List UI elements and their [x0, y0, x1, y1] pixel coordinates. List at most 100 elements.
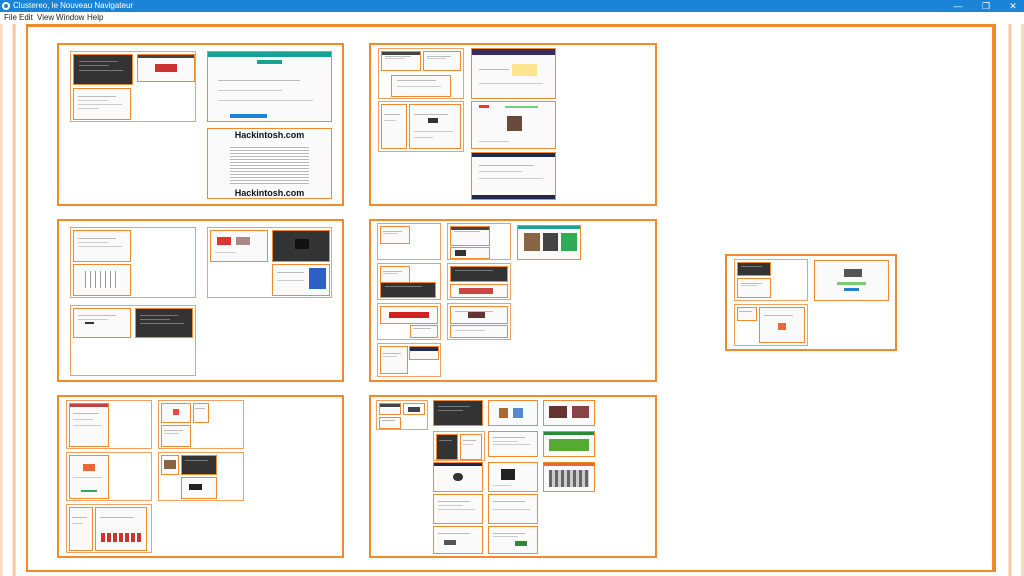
menu-window[interactable]: Window	[56, 12, 84, 24]
page-thumbnail[interactable]	[381, 51, 421, 71]
cluster[interactable]	[369, 219, 657, 382]
cluster[interactable]: Hackintosh.com Hackintosh.com	[57, 43, 344, 206]
page-thumbnail[interactable]	[272, 264, 330, 296]
page-thumbnail[interactable]	[460, 434, 482, 460]
page-thumbnail[interactable]	[433, 494, 483, 524]
page-thumbnail[interactable]	[737, 262, 771, 276]
page-thumbnail[interactable]	[543, 400, 595, 426]
subcluster[interactable]	[66, 452, 152, 501]
page-thumbnail[interactable]: Hackintosh.com Hackintosh.com	[207, 128, 332, 199]
page-thumbnail[interactable]	[436, 434, 458, 460]
page-thumbnail[interactable]	[380, 282, 436, 298]
cluster[interactable]	[725, 254, 897, 351]
page-thumbnail[interactable]	[433, 400, 483, 426]
page-thumbnail[interactable]	[433, 462, 483, 492]
page-thumbnail[interactable]	[181, 477, 217, 499]
page-thumbnail[interactable]	[471, 101, 556, 149]
page-thumbnail[interactable]	[381, 104, 407, 149]
page-thumbnail[interactable]	[543, 462, 595, 492]
page-thumbnail[interactable]	[73, 264, 131, 296]
page-thumbnail[interactable]	[450, 247, 490, 259]
subcluster[interactable]	[158, 452, 244, 501]
cluster-canvas[interactable]: Hackintosh.com Hackintosh.com	[26, 24, 996, 572]
page-thumbnail[interactable]	[380, 346, 408, 374]
page-thumbnail[interactable]	[433, 526, 483, 554]
page-thumbnail[interactable]	[471, 152, 556, 200]
page-thumbnail[interactable]	[161, 403, 191, 423]
page-thumbnail[interactable]	[193, 403, 209, 423]
subcluster[interactable]	[447, 223, 511, 260]
menu-file[interactable]: File	[4, 12, 17, 24]
page-thumbnail[interactable]	[450, 226, 490, 246]
subcluster[interactable]	[447, 303, 511, 340]
cluster[interactable]	[369, 43, 657, 206]
subcluster[interactable]	[377, 263, 441, 300]
page-thumbnail[interactable]	[135, 308, 193, 338]
subcluster[interactable]	[158, 400, 244, 449]
page-thumbnail[interactable]	[409, 346, 439, 360]
page-thumbnail[interactable]	[450, 306, 508, 324]
subcluster[interactable]	[378, 101, 464, 152]
page-thumbnail[interactable]	[409, 104, 461, 149]
page-thumbnail[interactable]	[73, 308, 131, 338]
page-thumbnail[interactable]	[379, 417, 401, 429]
page-thumbnail[interactable]	[488, 526, 538, 554]
page-thumbnail[interactable]	[380, 306, 438, 324]
minimize-button[interactable]: —	[949, 0, 967, 12]
subcluster[interactable]	[70, 227, 196, 298]
page-thumbnail[interactable]	[403, 403, 425, 415]
page-thumbnail[interactable]	[488, 462, 538, 492]
subcluster[interactable]	[70, 51, 196, 122]
page-thumbnail[interactable]	[69, 507, 93, 551]
subcluster[interactable]	[734, 259, 808, 301]
page-thumbnail[interactable]	[759, 307, 805, 343]
subcluster[interactable]	[447, 263, 511, 300]
page-thumbnail[interactable]	[517, 225, 581, 260]
subcluster[interactable]	[734, 304, 808, 346]
subcluster[interactable]	[66, 400, 152, 449]
page-thumbnail[interactable]	[137, 54, 195, 82]
menu-view[interactable]: View	[37, 12, 54, 24]
page-thumbnail[interactable]	[391, 75, 451, 97]
subcluster[interactable]	[207, 227, 332, 298]
subcluster[interactable]	[66, 504, 152, 553]
subcluster[interactable]	[377, 343, 441, 377]
page-thumbnail[interactable]	[737, 278, 771, 298]
cluster[interactable]	[57, 395, 344, 558]
page-thumbnail[interactable]	[210, 230, 268, 262]
restore-button[interactable]: ❐	[977, 0, 995, 12]
menu-help[interactable]: Help	[87, 12, 103, 24]
subcluster[interactable]	[70, 305, 196, 376]
subcluster[interactable]	[378, 48, 464, 99]
page-thumbnail[interactable]	[69, 455, 109, 499]
page-thumbnail[interactable]	[161, 425, 191, 447]
menu-edit[interactable]: Edit	[19, 12, 33, 24]
page-thumbnail[interactable]	[379, 403, 401, 415]
page-thumbnail[interactable]	[488, 400, 538, 426]
page-thumbnail[interactable]	[471, 48, 556, 99]
page-thumbnail[interactable]	[73, 230, 131, 262]
page-thumbnail[interactable]	[814, 260, 889, 301]
cluster[interactable]	[369, 395, 657, 558]
page-thumbnail[interactable]	[488, 431, 538, 457]
page-thumbnail[interactable]	[73, 88, 131, 120]
cluster[interactable]	[57, 219, 344, 382]
page-thumbnail[interactable]	[95, 507, 147, 551]
subcluster[interactable]	[377, 303, 441, 340]
page-thumbnail[interactable]	[207, 51, 332, 122]
subcluster[interactable]	[377, 223, 441, 260]
page-thumbnail[interactable]	[423, 51, 461, 71]
page-thumbnail[interactable]	[410, 325, 438, 338]
page-thumbnail[interactable]	[181, 455, 217, 475]
page-thumbnail[interactable]	[73, 54, 133, 85]
page-thumbnail[interactable]	[69, 403, 109, 447]
subcluster[interactable]	[433, 431, 485, 461]
close-button[interactable]: ✕	[1004, 0, 1022, 12]
page-thumbnail[interactable]	[543, 431, 595, 457]
page-thumbnail[interactable]	[272, 230, 330, 262]
page-thumbnail[interactable]	[161, 455, 179, 475]
page-thumbnail[interactable]	[450, 325, 508, 338]
page-thumbnail[interactable]	[450, 266, 508, 282]
page-thumbnail[interactable]	[380, 226, 410, 244]
window-titlebar[interactable]: Clustereo, le Nouveau Navigateur — ❐ ✕	[0, 0, 1024, 12]
